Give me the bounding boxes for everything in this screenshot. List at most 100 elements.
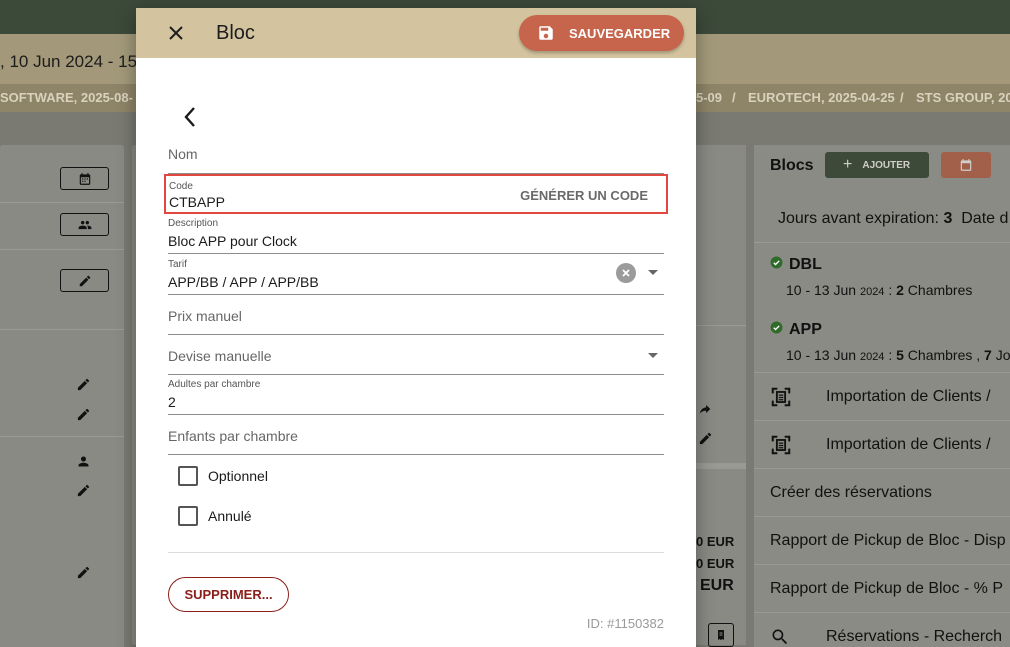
- manual-price-field[interactable]: Prix manuel: [168, 295, 664, 335]
- add-block-button[interactable]: + AJOUTER: [825, 152, 929, 178]
- block-room-count: 5: [896, 347, 904, 363]
- search-icon: [770, 627, 794, 647]
- pencil-icon[interactable]: [76, 483, 91, 503]
- expiry-info: Jours avant expiration: 3 Date d: [778, 210, 1008, 228]
- manual-price-placeholder: Prix manuel: [168, 308, 242, 324]
- tarif-select[interactable]: Tarif APP/BB / APP / APP/BB: [168, 255, 664, 295]
- calendar-button[interactable]: [60, 167, 109, 190]
- receipt-icon: [718, 630, 724, 640]
- block-separator: :: [888, 282, 893, 298]
- menu-item-create-reservations[interactable]: Créer des réservations: [754, 468, 1010, 516]
- block-item-app[interactable]: APP 10 - 13 Jun 2024 : 5 Chambres , 7 Jo: [770, 321, 1010, 363]
- menu-item-label: Importation de Clients /: [826, 435, 991, 453]
- pencil-icon[interactable]: [76, 377, 91, 397]
- menu-item-label: Rapport de Pickup de Bloc - % P: [770, 579, 1004, 597]
- menu-item-import-clients-2[interactable]: Importation de Clients /: [754, 420, 1010, 468]
- dialog-title: Bloc: [216, 22, 255, 44]
- menu-item-reservations-search[interactable]: Réservations - Recherch: [754, 612, 1010, 647]
- tarif-value: APP/BB / APP / APP/BB: [168, 274, 319, 290]
- breadcrumb-item[interactable]: SOFTWARE, 2025-08-: [0, 90, 133, 105]
- breadcrumb-item[interactable]: EUROTECH, 2025-04-25: [748, 90, 895, 105]
- pencil-icon[interactable]: [76, 407, 91, 427]
- pencil-icon: [79, 275, 90, 286]
- adults-field[interactable]: Adultes par chambre 2: [168, 375, 664, 415]
- children-field[interactable]: Enfants par chambre: [168, 415, 664, 455]
- divider: [168, 552, 664, 553]
- block-year: 2024: [859, 351, 885, 363]
- menu-item-pickup-report-percent[interactable]: Rapport de Pickup de Bloc - % P: [754, 564, 1010, 612]
- middle-panel-edge: 0 EUR 0 EUR EUR: [696, 145, 746, 647]
- menu-item-import-clients[interactable]: Importation de Clients /: [754, 372, 1010, 420]
- bloc-dialog: Bloc SAUVEGARDER Nom Code CTBAPP GÉNÉRER…: [136, 8, 696, 647]
- tarif-label: Tarif: [168, 259, 187, 270]
- menu-item-pickup-report-availability[interactable]: Rapport de Pickup de Bloc - Disp: [754, 516, 1010, 564]
- clear-icon[interactable]: [616, 263, 636, 283]
- name-field[interactable]: Nom: [168, 134, 664, 174]
- group-button[interactable]: [60, 213, 109, 236]
- person-icon[interactable]: [76, 454, 91, 474]
- check-circle-icon: [770, 321, 783, 339]
- name-placeholder: Nom: [168, 146, 198, 162]
- dropdown-arrow-icon[interactable]: [648, 353, 658, 358]
- check-circle-icon: [770, 256, 783, 274]
- adults-value[interactable]: 2: [168, 394, 176, 410]
- calendar-icon: [960, 159, 972, 171]
- chevron-left-icon: [184, 107, 195, 127]
- expiry-label: Jours avant expiration:: [778, 210, 939, 227]
- block-room-count: 2: [896, 282, 904, 298]
- pencil-icon[interactable]: [76, 565, 91, 585]
- block-year: 2024: [859, 286, 885, 298]
- breadcrumb-separator: /: [732, 90, 736, 105]
- pencil-icon[interactable]: [698, 431, 713, 451]
- code-label: Code: [169, 181, 193, 192]
- manual-currency-select[interactable]: Devise manuelle: [168, 335, 664, 375]
- blocks-calendar-button[interactable]: [941, 152, 991, 178]
- close-button[interactable]: [164, 21, 188, 45]
- amount-text: 0 EUR: [696, 534, 735, 549]
- scan-document-icon: [770, 386, 794, 408]
- receipt-button[interactable]: [708, 623, 734, 647]
- description-value[interactable]: Bloc APP pour Clock: [168, 233, 297, 249]
- block-separator: :: [888, 347, 893, 363]
- scan-document-icon: [770, 434, 794, 456]
- dropdown-arrow-icon[interactable]: [648, 270, 658, 275]
- edit-button[interactable]: [60, 269, 109, 292]
- children-placeholder: Enfants par chambre: [168, 428, 298, 444]
- expiry-date-label: Date d: [961, 210, 1009, 227]
- breadcrumb-item[interactable]: STS GROUP, 20: [916, 90, 1010, 105]
- optional-checkbox[interactable]: Optionnel: [178, 466, 268, 486]
- checkbox-box[interactable]: [178, 466, 198, 486]
- optional-label: Optionnel: [208, 468, 268, 484]
- forward-icon[interactable]: [698, 402, 712, 421]
- group-icon: [78, 220, 91, 229]
- description-field[interactable]: Description Bloc APP pour Clock: [168, 214, 664, 254]
- block-details: 10 - 13 Jun 2024 : 2 Chambres: [786, 282, 972, 298]
- code-value[interactable]: CTBAPP: [169, 194, 225, 210]
- generate-code-button[interactable]: GÉNÉRER UN CODE: [520, 188, 648, 203]
- block-details: 10 - 13 Jun 2024 : 5 Chambres , 7 Jo: [786, 347, 1010, 363]
- block-item-dbl[interactable]: DBL 10 - 13 Jun 2024 : 2 Chambres: [770, 256, 972, 298]
- menu-item-label: Importation de Clients /: [826, 387, 991, 405]
- description-label: Description: [168, 218, 219, 229]
- expiry-value: 3: [943, 210, 953, 227]
- blocks-title: Blocs: [770, 157, 814, 174]
- checkbox-box[interactable]: [178, 506, 198, 526]
- record-id: ID: #1150382: [586, 616, 664, 631]
- close-icon: [169, 26, 183, 40]
- manual-currency-placeholder: Devise manuelle: [168, 348, 272, 364]
- add-block-label: AJOUTER: [862, 159, 911, 171]
- breadcrumb-item[interactable]: 5-09: [696, 90, 722, 105]
- code-field[interactable]: Code CTBAPP GÉNÉRER UN CODE: [164, 174, 668, 214]
- save-icon: [539, 26, 553, 40]
- cancelled-checkbox[interactable]: Annulé: [178, 506, 252, 526]
- amount-text: EUR: [700, 577, 734, 594]
- plus-icon: +: [843, 156, 853, 173]
- block-extra-unit: Jo: [995, 347, 1010, 363]
- save-button[interactable]: SAUVEGARDER: [519, 15, 684, 51]
- delete-button[interactable]: SUPPRIMER...: [168, 577, 289, 612]
- amount-text: 0 EUR: [696, 556, 735, 571]
- cancelled-label: Annulé: [208, 508, 252, 524]
- back-button[interactable]: [176, 103, 204, 131]
- menu-item-label: Rapport de Pickup de Bloc - Disp: [770, 531, 1006, 549]
- block-name: DBL: [789, 256, 822, 273]
